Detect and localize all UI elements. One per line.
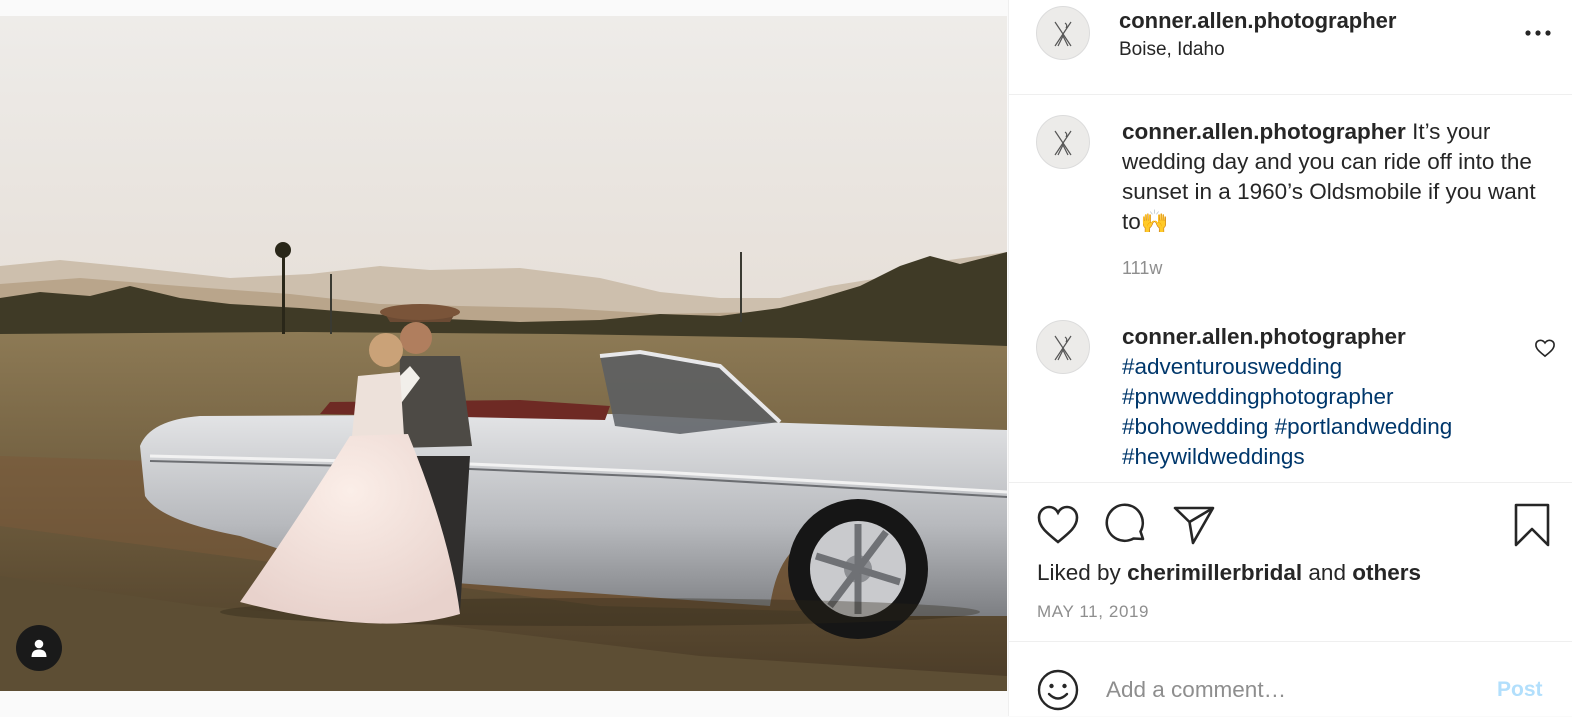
more-horizontal-icon	[1525, 30, 1551, 36]
liked-and-label: and	[1308, 560, 1346, 585]
likes-summary: Liked by cherimillerbridal and others	[1037, 560, 1421, 586]
liked-by-label: Liked by	[1037, 560, 1121, 585]
comment-bubble-icon	[1105, 503, 1145, 543]
tagged-users-button[interactable]	[16, 625, 62, 671]
share-button[interactable]	[1172, 503, 1216, 547]
comment-button[interactable]	[1104, 503, 1148, 547]
author-logo-icon	[1054, 335, 1072, 361]
author-logo-icon	[1054, 130, 1072, 156]
hashtag-link[interactable]: #pnwweddingphotographer	[1122, 382, 1522, 412]
heart-icon	[1535, 339, 1555, 358]
hashtag-link[interactable]: #heywildweddings	[1122, 442, 1522, 472]
post-caption: conner.allen.photographer It’s your wedd…	[1122, 117, 1552, 237]
post-comment-button[interactable]: Post	[1497, 678, 1543, 702]
comment-input[interactable]	[1104, 672, 1478, 708]
wedding-photo-illustration	[0, 16, 1007, 691]
post-media	[0, 0, 1007, 716]
emoji-button[interactable]	[1036, 668, 1080, 712]
more-options-button[interactable]	[1521, 20, 1555, 46]
like-button[interactable]	[1036, 503, 1080, 547]
liked-by-user[interactable]: cherimillerbridal	[1127, 560, 1302, 585]
post-actions	[1009, 503, 1572, 549]
person-icon	[31, 639, 47, 657]
post-photo[interactable]	[0, 16, 1007, 691]
comment-item: conner.allen.photographer #adventurouswe…	[1122, 322, 1522, 472]
post-location[interactable]: Boise, Idaho	[1119, 39, 1225, 61]
smiley-icon	[1037, 669, 1079, 711]
heart-icon	[1037, 505, 1079, 544]
comment-username[interactable]: conner.allen.photographer	[1122, 322, 1522, 352]
caption-username[interactable]: conner.allen.photographer	[1122, 119, 1406, 144]
caption-avatar[interactable]	[1036, 115, 1090, 169]
comments-list: conner.allen.photographer It’s your wedd…	[1009, 95, 1572, 482]
author-avatar[interactable]	[1036, 6, 1090, 60]
hashtag-link[interactable]: #bohowedding #portlandwedding	[1122, 412, 1522, 442]
paper-plane-icon	[1173, 506, 1215, 545]
author-logo-icon	[1054, 21, 1072, 47]
comment-avatar[interactable]	[1036, 320, 1090, 374]
save-button[interactable]	[1510, 503, 1554, 547]
post-side-panel: conner.allen.photographer Boise, Idaho c…	[1008, 0, 1572, 716]
bookmark-icon	[1514, 503, 1550, 547]
liked-by-others[interactable]: others	[1352, 560, 1421, 585]
hashtag-link[interactable]: #adventurouswedding	[1122, 352, 1522, 382]
add-comment-bar: Post	[1009, 641, 1572, 716]
post-date[interactable]: MAY 11, 2019	[1037, 602, 1149, 622]
comments-divider	[1009, 482, 1572, 483]
author-username[interactable]: conner.allen.photographer	[1119, 8, 1396, 34]
caption-timestamp[interactable]: 111w	[1122, 258, 1162, 279]
comment-like-button[interactable]	[1534, 338, 1556, 358]
